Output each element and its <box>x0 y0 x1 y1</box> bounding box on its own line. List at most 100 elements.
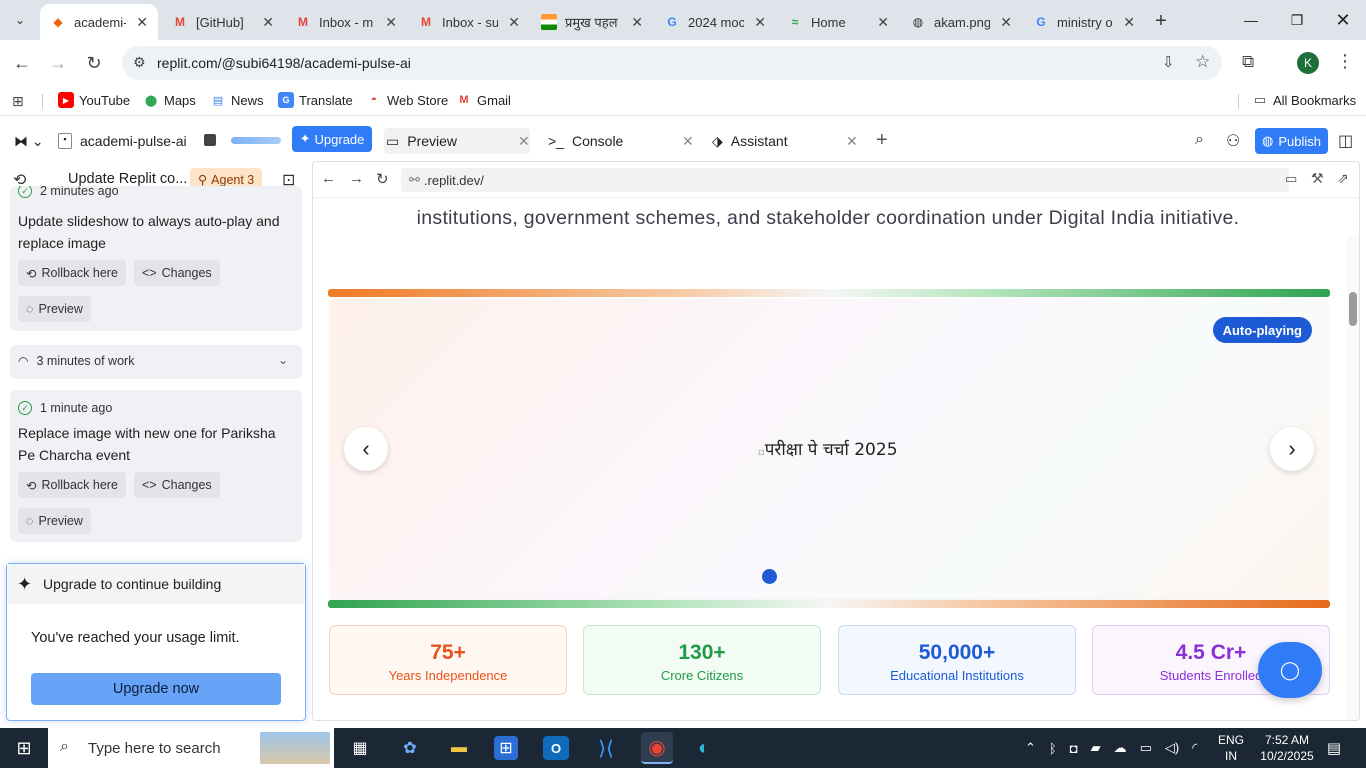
close-tab-icon[interactable]: ✕ <box>262 14 274 31</box>
preview-forward-icon[interactable]: → <box>349 170 364 187</box>
devices-icon[interactable]: ▭ <box>1285 171 1297 187</box>
preview-reload-icon[interactable]: ↻ <box>376 170 389 188</box>
stop-icon[interactable] <box>204 134 216 146</box>
copilot-icon[interactable]: ✿ <box>396 734 424 762</box>
minimize-icon[interactable]: — <box>1228 0 1274 40</box>
changes-button[interactable]: <> Changes <box>134 260 220 286</box>
close-tab-icon[interactable]: ✕ <box>682 133 694 150</box>
close-window-icon[interactable]: ✕ <box>1320 0 1366 40</box>
slideshow-next-chevron-icon[interactable]: › <box>1270 427 1314 471</box>
chat-bubble-button[interactable]: ◯ <box>1258 642 1322 698</box>
preview-button[interactable]: ◌ Preview <box>18 296 91 322</box>
browser-tab-academi-pulse-ai[interactable]: ◆ academi-pulse-ai ✕ <box>40 4 158 40</box>
forward-arrow-icon[interactable]: → <box>44 49 72 77</box>
bookmark-gmail[interactable]: M Gmail <box>456 92 511 108</box>
back-arrow-icon[interactable]: ← <box>8 49 36 77</box>
devtools-wrench-icon[interactable]: ⚒ <box>1311 170 1324 187</box>
preview-back-icon[interactable]: ← <box>321 170 336 187</box>
extensions-puzzle-icon[interactable]: ⧉ <box>1242 52 1254 72</box>
browser-tab-akam[interactable]: ◍ akam.png ✕ <box>900 4 1022 40</box>
taskbar-search-box[interactable]: ⌕ Type here to search <box>48 728 334 768</box>
browser-tab-inbox-su[interactable]: M Inbox - su ✕ <box>408 4 530 40</box>
project-name-button[interactable]: ▪ academi-pulse-ai <box>58 121 187 161</box>
bookmark-star-icon[interactable]: ☆ <box>1195 52 1210 72</box>
replit-logo-menu-icon[interactable]: ⧓ ⌄ <box>14 121 44 161</box>
toggle-layout-icon[interactable]: ◫ <box>1338 131 1353 151</box>
close-tab-icon[interactable]: ✕ <box>508 14 520 31</box>
apps-grid-icon[interactable]: ⊞ <box>12 93 24 110</box>
new-tab-plus-icon[interactable]: + <box>1148 8 1174 34</box>
preview-url-bar[interactable]: ⚯ .replit.dev/ <box>401 168 1289 192</box>
close-tab-icon[interactable]: ✕ <box>631 14 643 31</box>
upgrade-now-button[interactable]: Upgrade now <box>31 673 281 705</box>
rollback-button[interactable]: ⟲ Rollback here <box>18 260 126 286</box>
close-tab-icon[interactable]: ✕ <box>1000 14 1012 31</box>
search-icon[interactable]: ⌕ <box>1195 131 1204 149</box>
browser-menu-icon[interactable]: ⋮ <box>1336 51 1354 72</box>
close-tab-icon[interactable]: ✕ <box>877 14 889 31</box>
install-app-icon[interactable]: ⇩ <box>1162 53 1175 71</box>
address-url[interactable]: replit.com/@subi64198/academi-pulse-ai <box>157 55 411 71</box>
windows-start-icon[interactable]: ⊞ <box>10 734 38 762</box>
slideshow-prev-chevron-icon[interactable]: ‹ <box>344 427 388 471</box>
upgrade-button[interactable]: ✦ Upgrade <box>292 126 372 152</box>
outlook-icon[interactable]: O <box>543 736 569 760</box>
onedrive-icon[interactable]: ☁ <box>1114 740 1127 756</box>
edge-icon[interactable]: ◐ <box>690 734 718 762</box>
bookmark-news[interactable]: ▤ News <box>210 92 264 108</box>
work-summary-row[interactable]: ◠ 3 minutes of work ⌄ <box>10 345 302 379</box>
tab-preview[interactable]: ▭ Preview ✕ <box>384 128 530 154</box>
tab-search-chevron-icon[interactable]: ⌄ <box>6 6 34 34</box>
scrollbar-thumb[interactable] <box>1349 292 1357 326</box>
browser-tab-ministry[interactable]: G ministry o ✕ <box>1023 4 1145 40</box>
wifi-icon[interactable]: ◜ <box>1192 740 1197 756</box>
add-tab-plus-icon[interactable]: + <box>876 129 888 152</box>
microsoft-store-icon[interactable]: ⊞ <box>494 736 518 760</box>
close-tab-icon[interactable]: ✕ <box>754 14 766 31</box>
language-indicator[interactable]: ENG IN <box>1218 732 1244 764</box>
network-off-icon[interactable]: ▰ <box>1091 740 1101 756</box>
reload-icon[interactable]: ↻ <box>80 49 108 77</box>
vscode-icon[interactable]: ⟩⟨ <box>592 734 620 762</box>
bookmark-maps[interactable]: ⬤ Maps <box>143 92 196 108</box>
close-tab-icon[interactable]: ✕ <box>518 133 530 150</box>
chevron-up-icon[interactable]: ⌃ <box>1025 740 1036 756</box>
all-bookmarks[interactable]: ▭ All Bookmarks <box>1252 92 1356 108</box>
chevron-down-icon[interactable]: ⌄ <box>278 353 288 367</box>
task-view-icon[interactable]: ▦ <box>346 734 374 762</box>
preview-button[interactable]: ◌ Preview <box>18 508 91 534</box>
browser-tab-pramukh-pahal[interactable]: प्रमुख पहल ✕ <box>531 4 653 40</box>
browser-tab-github[interactable]: M [GitHub] Sign in ✕ <box>162 4 284 40</box>
bookmark-translate[interactable]: G Translate <box>278 92 353 108</box>
bookmark-web-store[interactable]: ◓ Web Store <box>366 92 449 108</box>
chrome-icon[interactable]: ◉ <box>641 732 673 764</box>
rollback-button[interactable]: ⟲ Rollback here <box>18 472 126 498</box>
close-tab-icon[interactable]: ✕ <box>385 14 397 31</box>
invite-user-icon[interactable]: ⚇ <box>1226 131 1240 151</box>
site-info-icon[interactable]: ⚙ <box>133 54 146 71</box>
close-tab-icon[interactable]: ✕ <box>846 133 858 150</box>
address-bar[interactable]: ⚙ replit.com/@subi64198/academi-pulse-ai… <box>122 46 1222 80</box>
publish-button[interactable]: ◍ Publish <box>1255 128 1328 154</box>
bookmark-youtube[interactable]: ▶ YouTube <box>58 92 130 108</box>
notifications-icon[interactable]: ▤ <box>1320 734 1348 762</box>
maximize-icon[interactable]: ❐ <box>1274 0 1320 40</box>
profile-avatar[interactable]: K <box>1297 52 1319 74</box>
browser-tab-home[interactable]: ≈ Home ✕ <box>777 4 899 40</box>
volume-icon[interactable]: ◁) <box>1165 740 1179 756</box>
bluetooth-icon[interactable]: ᛒ <box>1049 741 1057 756</box>
file-explorer-icon[interactable]: ▬ <box>445 734 473 762</box>
changes-button[interactable]: <> Changes <box>134 472 220 498</box>
slideshow-dot-active[interactable] <box>762 569 777 584</box>
clock[interactable]: 7:52 AM 10/2/2025 <box>1256 732 1318 764</box>
preview-scrollbar[interactable] <box>1347 236 1359 720</box>
tab-console[interactable]: >_ Console ✕ <box>548 128 694 154</box>
browser-tab-inbox-m[interactable]: M Inbox - m ✕ <box>285 4 407 40</box>
camera-icon[interactable]: ◘ <box>1070 741 1078 756</box>
close-tab-icon[interactable]: ✕ <box>1123 14 1135 31</box>
battery-icon[interactable]: ▭ <box>1140 740 1152 756</box>
tab-assistant[interactable]: ⬗ Assistant ✕ <box>712 128 858 154</box>
open-new-tab-icon[interactable]: ⇗ <box>1337 170 1349 187</box>
browser-tab-2024-moc[interactable]: G 2024 moc ✕ <box>654 4 776 40</box>
agent-chat-title[interactable]: Update Replit co... <box>68 171 187 187</box>
